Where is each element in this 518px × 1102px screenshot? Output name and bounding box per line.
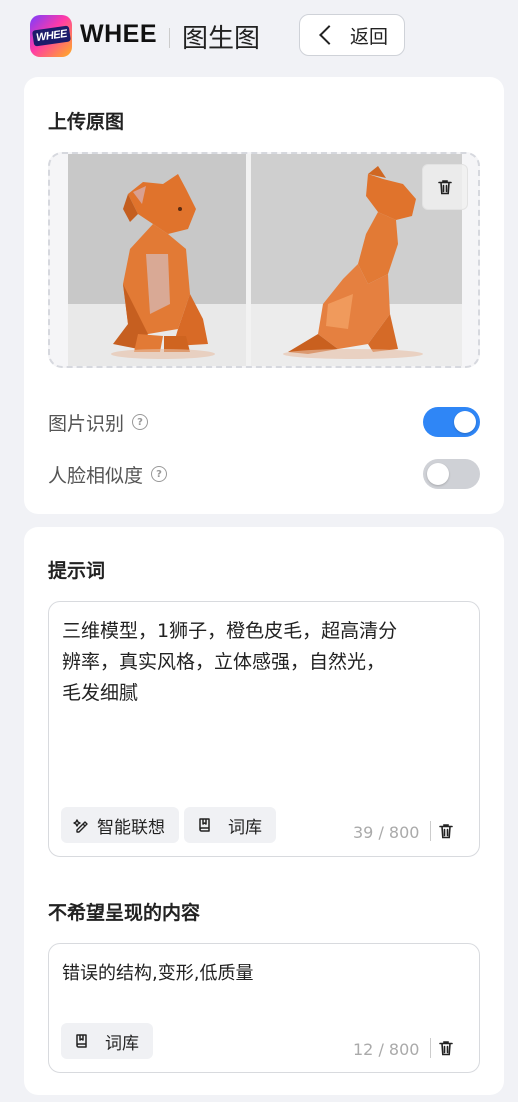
trash-icon	[439, 1041, 453, 1056]
prompt-textarea[interactable]: 三维模型，1狮子，橙色皮毛，超高清分 辨率，真实风格，立体感强，自然光， 毛发细…	[48, 601, 480, 857]
header-divider	[169, 28, 170, 48]
negative-char-counter: 12 / 800	[353, 1040, 420, 1059]
upload-card: 上传原图 图片识别 ? 人脸相似度 ?	[24, 77, 504, 514]
negative-prompt-text[interactable]: 错误的结构,变形,低质量	[62, 958, 449, 989]
image-recognition-row: 图片识别 ?	[48, 406, 480, 438]
negative-library-label: 词库	[105, 1033, 139, 1054]
top-header: WHEE WHEE 图生图 返回	[0, 0, 518, 72]
counter-divider	[430, 821, 431, 841]
face-similarity-toggle[interactable]	[423, 459, 480, 489]
negative-section-title: 不希望呈现的内容	[48, 902, 201, 924]
book-icon	[76, 1034, 87, 1048]
negative-prompt-textarea[interactable]: 错误的结构,变形,低质量 词库 12 / 800	[48, 943, 480, 1073]
whee-logo-icon: WHEE	[30, 15, 72, 57]
logo-badge-text: WHEE	[31, 25, 71, 47]
toggle-knob	[454, 411, 476, 433]
back-button[interactable]: 返回	[299, 14, 405, 56]
back-button-label: 返回	[349, 25, 388, 48]
book-icon	[199, 818, 210, 832]
counter-divider	[430, 1038, 431, 1058]
prompt-library-label: 词库	[228, 817, 262, 838]
upload-section-title: 上传原图	[48, 111, 125, 133]
upload-dropzone[interactable]	[48, 152, 480, 368]
prompt-section-title: 提示词	[48, 560, 106, 582]
page-title: 图生图	[182, 24, 261, 54]
trash-icon	[438, 180, 452, 195]
smart-suggest-button[interactable]: 智能联想	[61, 807, 179, 843]
prompt-char-counter: 39 / 800	[353, 823, 420, 842]
help-icon[interactable]: ?	[151, 466, 168, 482]
prompt-text[interactable]: 三维模型，1狮子，橙色皮毛，超高清分 辨率，真实风格，立体感强，自然光， 毛发细…	[62, 616, 449, 709]
help-icon[interactable]: ?	[132, 414, 149, 430]
clear-prompt-button[interactable]	[436, 821, 456, 841]
smart-suggest-label: 智能联想	[97, 817, 165, 838]
delete-image-button[interactable]	[422, 164, 468, 210]
logo-text: WHEE	[80, 20, 157, 48]
toggle-knob	[427, 463, 449, 485]
face-similarity-row: 人脸相似度 ?	[48, 458, 480, 490]
prompt-library-button[interactable]: 词库	[184, 807, 276, 843]
trash-icon	[439, 824, 453, 839]
negative-library-button[interactable]: 词库	[61, 1023, 153, 1059]
face-similarity-label: 人脸相似度	[48, 464, 144, 487]
sparkle-pen-icon	[73, 819, 88, 833]
image-recognition-toggle[interactable]	[423, 407, 480, 437]
chevron-left-icon	[319, 25, 339, 45]
prompt-card: 提示词 三维模型，1狮子，橙色皮毛，超高清分 辨率，真实风格，立体感强，自然光，…	[24, 527, 504, 1095]
uploaded-image	[68, 154, 462, 366]
clear-negative-button[interactable]	[436, 1038, 456, 1058]
image-recognition-label: 图片识别	[48, 412, 125, 435]
